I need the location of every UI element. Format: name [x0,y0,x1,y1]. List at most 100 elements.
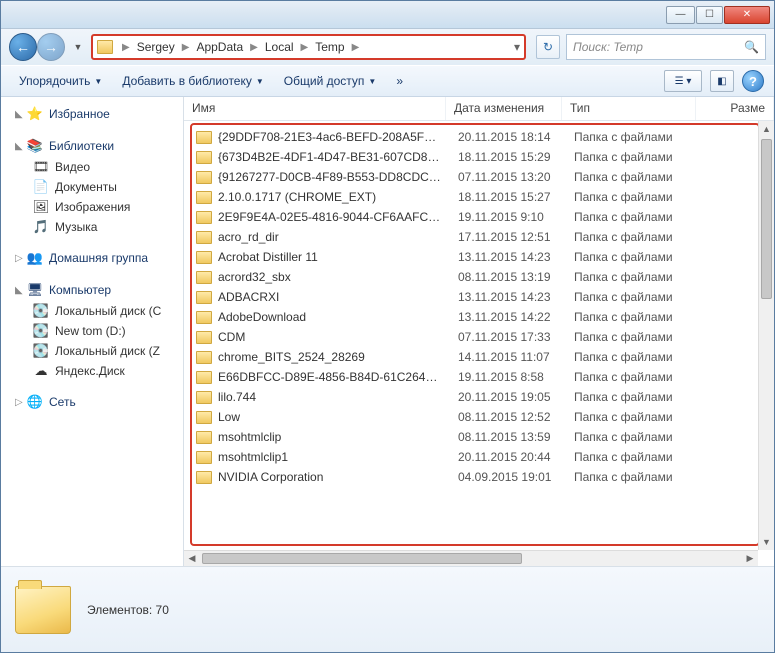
file-date: 14.11.2015 11:07 [450,350,566,364]
chevron-right-icon[interactable]: ▶ [298,42,312,53]
navigation-pane: ◣ ⭐ Избранное ◣ 📚 Библиотеки 🎞Видео 📄Док… [1,97,184,566]
table-row[interactable]: chrome_BITS_2524_2826914.11.2015 11:07Па… [188,347,774,367]
file-name: E66DBFCC-D89E-4856-B84D-61C26411E03E [218,370,442,384]
explorer-window: — ☐ ✕ ← → ▼ ▶ Sergey ▶ AppData ▶ Local ▶… [0,0,775,653]
scrollbar-thumb[interactable] [202,553,522,564]
scroll-up-arrow[interactable]: ▲ [759,121,774,137]
address-dropdown[interactable]: ▾ [514,40,520,54]
scrollbar-thumb[interactable] [761,139,772,299]
sidebar-libraries[interactable]: ◣ 📚 Библиотеки [1,135,183,157]
table-row[interactable]: {673D4B2E-4DF1-4D47-BE31-607CD83833...18… [188,147,774,167]
file-name: lilo.744 [218,390,256,404]
sidebar-computer[interactable]: ◣ 🖥 Компьютер [1,279,183,301]
table-row[interactable]: 2.10.0.1717 (CHROME_EXT)18.11.2015 15:27… [188,187,774,207]
table-row[interactable]: acrord32_sbx08.11.2015 13:19Папка с файл… [188,267,774,287]
file-date: 19.11.2015 8:58 [450,370,566,384]
search-icon[interactable]: 🔍 [744,40,759,54]
sidebar-item-drive-d[interactable]: 💽New tom (D:) [1,321,183,341]
minimize-button[interactable]: — [666,6,695,24]
scroll-left-arrow[interactable]: ◀ [184,551,200,566]
column-header-size[interactable]: Разме [696,97,774,120]
toolbar: Упорядочить▼ Добавить в библиотеку▼ Общи… [1,65,774,97]
breadcrumb-segment[interactable]: Temp [311,40,348,54]
column-header-name[interactable]: Имя [184,97,446,120]
sidebar-item-yandex-disk[interactable]: ☁Яндекс.Диск [1,361,183,381]
chevron-right-icon[interactable]: ▶ [247,42,261,53]
scroll-right-arrow[interactable]: ▶ [742,551,758,566]
scroll-down-arrow[interactable]: ▼ [759,534,774,550]
table-row[interactable]: Acrobat Distiller 1113.11.2015 14:23Папк… [188,247,774,267]
file-date: 20.11.2015 20:44 [450,450,566,464]
column-header-date[interactable]: Дата изменения [446,97,562,120]
nav-history-dropdown[interactable]: ▼ [71,34,85,60]
help-button[interactable]: ? [742,70,764,92]
table-row[interactable]: msohtmlclip120.11.2015 20:44Папка с файл… [188,447,774,467]
table-row[interactable]: {91267277-D0CB-4F89-B553-DD8CDCB84...07.… [188,167,774,187]
drive-icon: 💽 [33,343,49,359]
preview-pane-button[interactable]: ◧ [710,70,734,92]
chevron-right-icon[interactable]: ▶ [119,42,133,53]
table-row[interactable]: AdobeDownload13.11.2015 14:22Папка с фай… [188,307,774,327]
share-menu[interactable]: Общий доступ▼ [276,71,385,91]
table-row[interactable]: 2E9F9E4A-02E5-4816-9044-CF6AAFCBDF8B19.1… [188,207,774,227]
file-type: Папка с файлами [566,450,700,464]
sidebar-item-pictures[interactable]: 🖼Изображения [1,197,183,217]
sidebar-homegroup[interactable]: ▷ 👥 Домашняя группа [1,247,183,269]
table-row[interactable]: NVIDIA Corporation04.09.2015 19:01Папка … [188,467,774,487]
view-options-button[interactable]: ☰ ▾ [664,70,702,92]
table-row[interactable]: ADBACRXI13.11.2015 14:23Папка с файлами [188,287,774,307]
computer-icon: 🖥 [27,282,43,298]
expand-icon[interactable]: ▷ [11,253,21,264]
file-date: 07.11.2015 17:33 [450,330,566,344]
sidebar-item-music[interactable]: 🎵Музыка [1,217,183,237]
file-list[interactable]: {29DDF708-21E3-4ac6-BEFD-208A5F4B6B...20… [184,121,774,487]
table-row[interactable]: E66DBFCC-D89E-4856-B84D-61C26411E03E 19.1… [188,367,774,387]
table-row[interactable]: msohtmlclip08.11.2015 13:59Папка с файла… [188,427,774,447]
sidebar-favorites[interactable]: ◣ ⭐ Избранное [1,103,183,125]
burn-button[interactable]: » [388,71,411,91]
file-date: 13.11.2015 14:23 [450,250,566,264]
breadcrumb-segment[interactable]: Local [261,40,298,54]
search-input[interactable]: Поиск: Temp 🔍 [566,34,766,60]
refresh-button[interactable]: ↻ [536,35,560,59]
organize-menu[interactable]: Упорядочить▼ [11,71,110,91]
collapse-icon[interactable]: ◣ [11,141,21,152]
table-row[interactable]: Low08.11.2015 12:52Папка с файлами [188,407,774,427]
table-row[interactable]: CDM07.11.2015 17:33Папка с файлами [188,327,774,347]
table-row[interactable]: lilo.74420.11.2015 19:05Папка с файлами [188,387,774,407]
details-pane: Элементов: 70 [1,566,774,652]
column-header-type[interactable]: Тип [562,97,696,120]
vertical-scrollbar[interactable]: ▲ ▼ [758,121,774,550]
back-button[interactable]: ← [9,33,37,61]
folder-icon [196,331,212,344]
table-row[interactable]: {29DDF708-21E3-4ac6-BEFD-208A5F4B6B...20… [188,127,774,147]
file-type: Папка с файлами [566,370,700,384]
file-type: Папка с файлами [566,170,700,184]
file-type: Папка с файлами [566,190,700,204]
collapse-icon[interactable]: ◣ [11,285,21,296]
expand-icon[interactable]: ▷ [11,397,21,408]
maximize-button[interactable]: ☐ [696,6,723,24]
column-headers: Имя Дата изменения Тип Разме [184,97,774,121]
sidebar-item-drive-c[interactable]: 💽Локальный диск (C [1,301,183,321]
horizontal-scrollbar[interactable]: ◀ ▶ [184,550,758,566]
table-row[interactable]: acro_rd_dir17.11.2015 12:51Папка с файла… [188,227,774,247]
file-name: {91267277-D0CB-4F89-B553-DD8CDCB84... [218,170,442,184]
include-in-library-menu[interactable]: Добавить в библиотеку▼ [114,71,271,91]
address-bar[interactable]: ▶ Sergey ▶ AppData ▶ Local ▶ Temp ▶ ▾ [91,34,526,60]
collapse-icon[interactable]: ◣ [11,109,21,120]
sidebar-item-drive-z[interactable]: 💽Локальный диск (Z [1,341,183,361]
breadcrumb-segment[interactable]: AppData [192,40,247,54]
file-type: Папка с файлами [566,230,700,244]
titlebar[interactable]: — ☐ ✕ [1,1,774,29]
breadcrumb-segment[interactable]: Sergey [133,40,179,54]
chevron-right-icon[interactable]: ▶ [179,42,193,53]
forward-button[interactable]: → [37,33,65,61]
sidebar-item-documents[interactable]: 📄Документы [1,177,183,197]
file-date: 08.11.2015 13:59 [450,430,566,444]
video-icon: 🎞 [33,159,49,175]
sidebar-item-video[interactable]: 🎞Видео [1,157,183,177]
chevron-right-icon[interactable]: ▶ [349,42,363,53]
close-button[interactable]: ✕ [724,6,770,24]
sidebar-network[interactable]: ▷ 🌐 Сеть [1,391,183,413]
